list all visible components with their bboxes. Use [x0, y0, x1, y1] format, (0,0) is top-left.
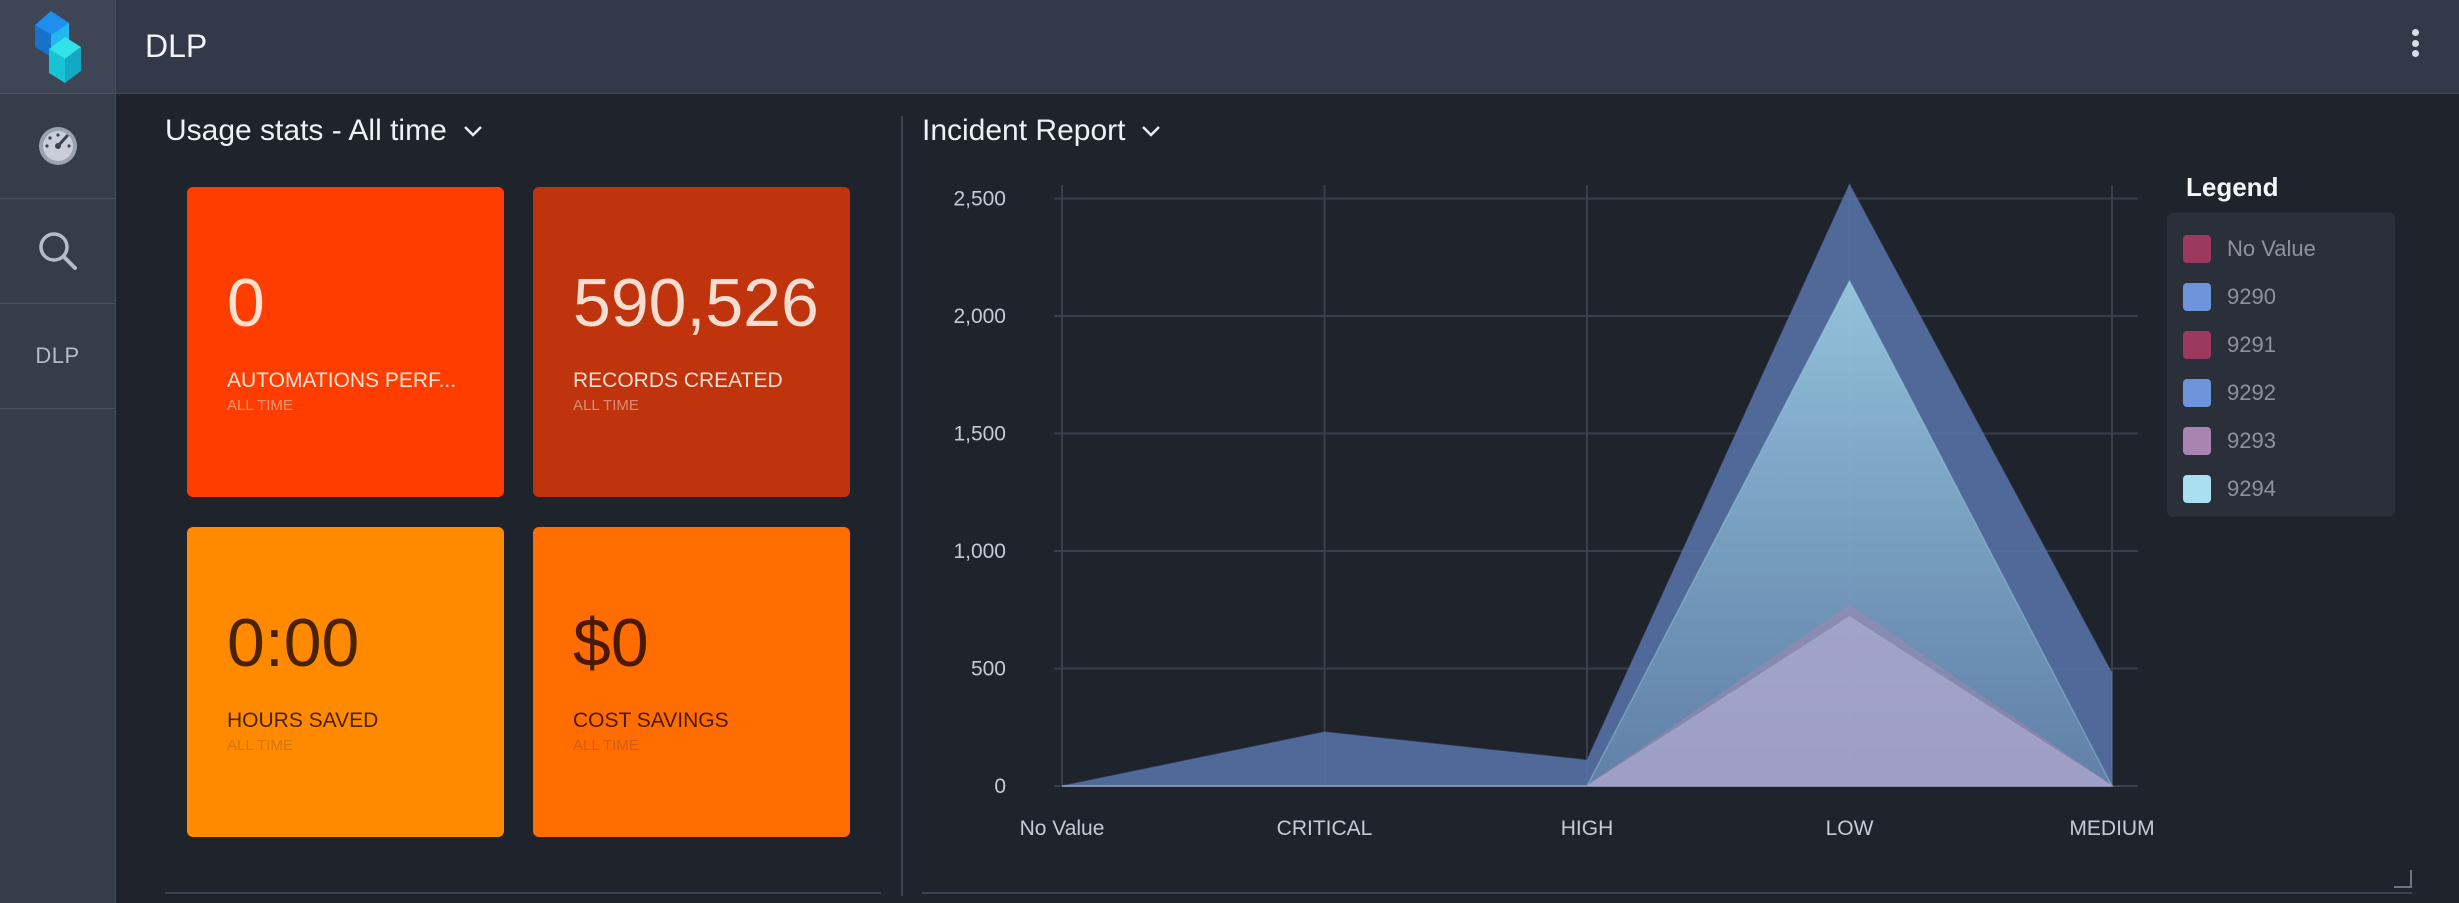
- stat-label: HOURS SAVED: [227, 709, 379, 732]
- resize-handle-icon[interactable]: [2394, 870, 2412, 888]
- stat-label: COST SAVINGS: [573, 709, 729, 732]
- y-tick-label: 1,500: [953, 423, 1006, 446]
- sidebar-item-search[interactable]: [0, 199, 115, 304]
- search-icon: [38, 232, 77, 270]
- stat-sublabel: ALL TIME: [227, 737, 293, 754]
- stat-label: AUTOMATIONS PERF...: [227, 369, 457, 392]
- incident-area-chart: 0 500 1,000 1,500 2,000 2,500 No Value CRITICAL…: [953, 182, 2155, 840]
- legend-label: 9290: [2227, 284, 2276, 309]
- stat-value: 590,526: [573, 265, 819, 341]
- stat-value: $0: [573, 605, 649, 681]
- top-header: DLP: [116, 0, 2459, 94]
- y-tick-label: 1,000: [953, 540, 1006, 563]
- legend-item[interactable]: 9293: [2167, 417, 2395, 465]
- chevron-down-icon: [463, 126, 482, 137]
- sidebar-item-dlp-label: DLP: [35, 343, 80, 368]
- y-tick-label: 2,500: [953, 188, 1006, 211]
- stat-tile-hours-saved[interactable]: 0:00 HOURS SAVED ALL TIME: [187, 527, 504, 837]
- x-tick-label: HIGH: [1561, 817, 1614, 840]
- legend-label: 9294: [2227, 476, 2276, 501]
- x-tick-label: MEDIUM: [2069, 817, 2154, 840]
- legend-label: No Value: [2227, 236, 2316, 261]
- more-options-icon[interactable]: [2405, 26, 2425, 60]
- legend-item[interactable]: 9292: [2167, 369, 2395, 417]
- y-tick-label: 0: [994, 775, 1006, 798]
- legend-item[interactable]: No Value: [2167, 225, 2395, 273]
- x-tick-label: CRITICAL: [1277, 817, 1373, 840]
- legend-swatch: [2183, 475, 2211, 503]
- y-tick-label: 500: [971, 658, 1006, 681]
- stat-tile-cost-savings[interactable]: $0 COST SAVINGS ALL TIME: [533, 527, 850, 837]
- stat-label: RECORDS CREATED: [573, 369, 783, 392]
- app-logo-icon: [34, 10, 81, 83]
- incident-report-title: Incident Report: [922, 114, 1126, 147]
- stat-sublabel: ALL TIME: [227, 397, 293, 414]
- legend-item[interactable]: 9290: [2167, 273, 2395, 321]
- sidebar-item-dashboard[interactable]: [0, 94, 115, 199]
- incident-report-dropdown[interactable]: Incident Report: [922, 114, 1161, 148]
- panel-bottom-rule: [922, 892, 2412, 894]
- legend-swatch: [2183, 283, 2211, 311]
- stat-tile-records[interactable]: 590,526 RECORDS CREATED ALL TIME: [533, 187, 850, 497]
- chevron-down-icon: [1142, 126, 1161, 137]
- stat-sublabel: ALL TIME: [573, 397, 639, 414]
- sidebar: DLP: [0, 0, 116, 903]
- legend-swatch: [2183, 379, 2211, 407]
- legend-swatch: [2183, 427, 2211, 455]
- stat-sublabel: ALL TIME: [573, 737, 639, 754]
- x-tick-label: No Value: [1020, 817, 1105, 840]
- legend-swatch: [2183, 331, 2211, 359]
- usage-stats-dropdown[interactable]: Usage stats - All time: [165, 114, 483, 148]
- legend-item[interactable]: 9291: [2167, 321, 2395, 369]
- panel-divider: [901, 116, 903, 896]
- legend-title: Legend: [2186, 172, 2279, 202]
- dashboard-gauge-icon: [38, 127, 77, 165]
- stat-value: 0:00: [227, 605, 360, 681]
- chart-legend: No Value 9290 9291 9292 9293 9294: [2167, 213, 2395, 517]
- legend-label: 9293: [2227, 428, 2276, 453]
- legend-label: 9291: [2227, 332, 2276, 357]
- stat-value: 0: [227, 265, 265, 341]
- app-logo[interactable]: [0, 0, 115, 94]
- x-tick-label: LOW: [1826, 817, 1874, 840]
- stat-tile-automations[interactable]: 0 AUTOMATIONS PERF... ALL TIME: [187, 187, 504, 497]
- legend-item[interactable]: 9294: [2167, 465, 2395, 513]
- usage-stats-title: Usage stats - All time: [165, 114, 447, 147]
- y-tick-label: 2,000: [953, 305, 1006, 328]
- legend-swatch: [2183, 235, 2211, 263]
- page-title: DLP: [145, 28, 208, 64]
- legend-label: 9292: [2227, 380, 2276, 405]
- sidebar-item-dlp[interactable]: DLP: [0, 304, 115, 409]
- panel-bottom-rule: [165, 892, 881, 894]
